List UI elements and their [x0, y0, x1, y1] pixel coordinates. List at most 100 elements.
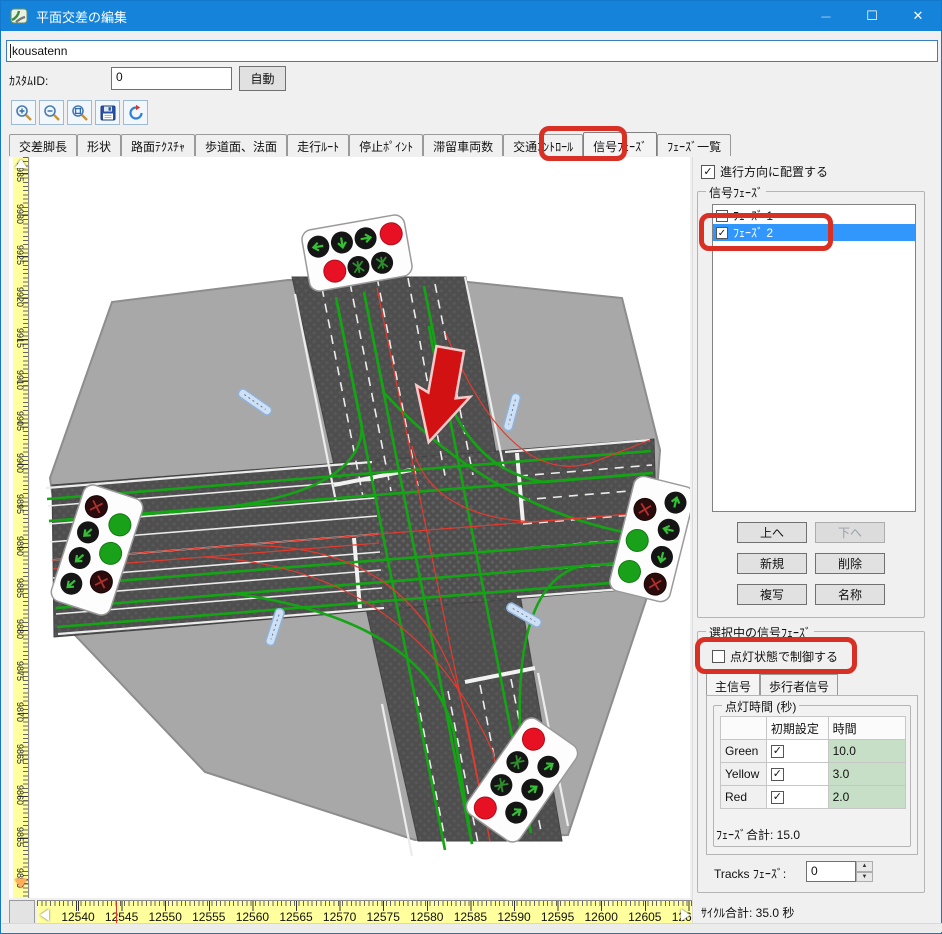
row-label-yellow: Yellow	[721, 763, 767, 786]
v-ruler-label: 9865	[15, 739, 25, 769]
h-ruler-label: 12545	[100, 910, 144, 924]
v-ruler-label: 9885	[15, 573, 25, 603]
custom-id-input[interactable]: 0	[111, 67, 232, 90]
tab-koutsuu-control[interactable]: 交通ｺﾝﾄﾛｰﾙ	[503, 134, 583, 156]
refresh-icon[interactable]	[123, 100, 148, 125]
phase-list-item-1[interactable]: ✓ ﾌｪｰｽﾞ 1	[713, 207, 915, 224]
auto-button[interactable]: 自動	[239, 66, 286, 91]
dialog-window: 平面交差の編集 ─ ☐ ✕ kousatenn ｶｽﾀﾑID: 0 自動	[0, 0, 942, 934]
new-button[interactable]: 新規	[737, 553, 807, 574]
cycle-total-label: ｻｲｸﾙ合計: 35.0 秒	[701, 904, 794, 921]
red-initial-checkbox[interactable]: ✓	[771, 791, 784, 804]
close-button[interactable]: ✕	[895, 1, 941, 31]
phase-1-checkbox[interactable]: ✓	[716, 210, 728, 222]
col-time: 時間	[828, 717, 905, 740]
move-down-button[interactable]: 下へ	[815, 522, 885, 543]
tab-tairyuu-sharyousuu[interactable]: 滞留車両数	[423, 134, 503, 156]
maximize-button[interactable]: ☐	[849, 1, 895, 31]
v-ruler-label: 9930	[15, 199, 25, 229]
tab-phase-ichiran[interactable]: ﾌｪｰｽﾞ一覧	[657, 134, 731, 156]
green-initial-checkbox[interactable]: ✓	[771, 745, 784, 758]
tab-soukou-route[interactable]: 走行ﾙｰﾄ	[287, 134, 349, 156]
minimize-button[interactable]: ─	[803, 1, 849, 31]
canvas-toolbar	[11, 100, 148, 125]
row-label-green: Green	[721, 740, 767, 763]
v-ruler-position-marker[interactable]	[15, 879, 27, 888]
spinner-up-icon[interactable]: ▲	[856, 861, 873, 872]
h-ruler-label: 12600	[579, 910, 623, 924]
h-ruler-label: 12590	[492, 910, 536, 924]
panel-separator	[692, 157, 694, 927]
red-time-cell[interactable]: 2.0	[828, 786, 905, 809]
phase-2-checkbox[interactable]: ✓	[716, 227, 728, 239]
duration-group: 点灯時間 (秒) 初期設定 時間 Green ✓ 10.0 Yellow ✓	[713, 705, 911, 847]
h-ruler-label: 12565	[274, 910, 318, 924]
h-ruler-label: 12595	[536, 910, 580, 924]
yellow-time-cell[interactable]: 3.0	[828, 763, 905, 786]
save-icon[interactable]	[95, 100, 120, 125]
tab-teishi-point[interactable]: 停止ﾎﾟｲﾝﾄ	[349, 134, 423, 156]
col-initial: 初期設定	[766, 717, 828, 740]
zoom-in-icon[interactable]	[11, 100, 36, 125]
h-ruler-label: 12580	[405, 910, 449, 924]
zoom-region-icon[interactable]	[67, 100, 92, 125]
spinner-down-icon[interactable]: ▼	[856, 872, 873, 883]
text-caret	[10, 44, 11, 58]
light-state-checkbox[interactable]	[712, 650, 725, 663]
green-time-cell[interactable]: 10.0	[828, 740, 905, 763]
v-ruler-label: 9860	[15, 780, 25, 810]
name-button[interactable]: 名称	[815, 584, 885, 605]
h-ruler-label: 12575	[361, 910, 405, 924]
status-bar	[2, 923, 942, 932]
v-ruler-label: 9900	[15, 448, 25, 478]
v-ruler-label: 9870	[15, 697, 25, 727]
tab-pedestrian-signal[interactable]: 歩行者信号	[760, 674, 838, 695]
tab-main-signal[interactable]: 主信号	[706, 672, 760, 695]
signal-phase-group: 信号ﾌｪｰｽﾞ ✓ ﾌｪｰｽﾞ 1 ✓ ﾌｪｰｽﾞ 2 上へ 下へ 新規 削除 …	[697, 191, 925, 618]
table-row-green: Green ✓ 10.0	[721, 740, 906, 763]
intersection-canvas[interactable]	[30, 157, 690, 898]
v-ruler-label: 9915	[15, 323, 25, 353]
v-ruler-label: 9920	[15, 282, 25, 312]
place-direction-checkbox[interactable]: ✓	[701, 165, 715, 179]
h-ruler-label: 12570	[318, 910, 362, 924]
delete-button[interactable]: 削除	[815, 553, 885, 574]
tab-shingou-phase[interactable]: 信号ﾌｪｰｽﾞ	[583, 132, 657, 156]
v-ruler-label: 9880	[15, 614, 25, 644]
selected-phase-group: 選択中の信号ﾌｪｰｽﾞ 点灯状態で制御する 主信号 歩行者信号 点灯時間 (秒)…	[697, 631, 925, 893]
h-ruler-label: 12555	[187, 910, 231, 924]
h-ruler-left-marker[interactable]	[40, 909, 49, 921]
v-ruler-top-marker[interactable]	[15, 159, 27, 168]
col-blank	[721, 717, 767, 740]
tab-keijou[interactable]: 形状	[77, 134, 121, 156]
h-ruler-label: 12550	[143, 910, 187, 924]
tab-kousa-kyakucho[interactable]: 交差脚長	[9, 134, 77, 156]
h-ruler-right-marker[interactable]	[681, 909, 690, 921]
v-ruler-label: 9855	[15, 822, 25, 852]
v-ruler-label: 9910	[15, 365, 25, 395]
h-ruler-label: 12585	[448, 910, 492, 924]
move-up-button[interactable]: 上へ	[737, 522, 807, 543]
tab-hodoumen-norimen[interactable]: 歩道面、法面	[195, 134, 287, 156]
phase-list-item-2[interactable]: ✓ ﾌｪｰｽﾞ 2	[713, 224, 915, 241]
intersection-name-input[interactable]: kousatenn	[6, 40, 938, 62]
signal-tabstrip: 主信号 歩行者信号	[706, 674, 838, 695]
intersection-name-value: kousatenn	[12, 44, 67, 58]
yellow-initial-checkbox[interactable]: ✓	[771, 768, 784, 781]
selected-phase-group-title: 選択中の信号ﾌｪｰｽﾞ	[706, 624, 814, 641]
table-row-yellow: Yellow ✓ 3.0	[721, 763, 906, 786]
custom-id-label: ｶｽﾀﾑID:	[9, 72, 48, 89]
tracks-phase-label: Tracks ﾌｪｰｽﾞ:	[714, 865, 786, 882]
window-title: 平面交差の編集	[36, 7, 127, 26]
phase-total-label: ﾌｪｰｽﾞ合計: 15.0	[716, 826, 800, 843]
v-ruler-label: 9925	[15, 240, 25, 270]
copy-button[interactable]: 複写	[737, 584, 807, 605]
v-ruler-label: 9895	[15, 489, 25, 519]
tracks-phase-spinner: 0 ▲ ▼	[806, 861, 873, 882]
phase-list[interactable]: ✓ ﾌｪｰｽﾞ 1 ✓ ﾌｪｰｽﾞ 2	[712, 204, 916, 512]
table-row-red: Red ✓ 2.0	[721, 786, 906, 809]
title-bar: 平面交差の編集 ─ ☐ ✕	[1, 1, 941, 31]
tracks-phase-value[interactable]: 0	[806, 861, 856, 882]
zoom-out-icon[interactable]	[39, 100, 64, 125]
tab-romen-texture[interactable]: 路面ﾃｸｽﾁｬ	[121, 134, 195, 156]
